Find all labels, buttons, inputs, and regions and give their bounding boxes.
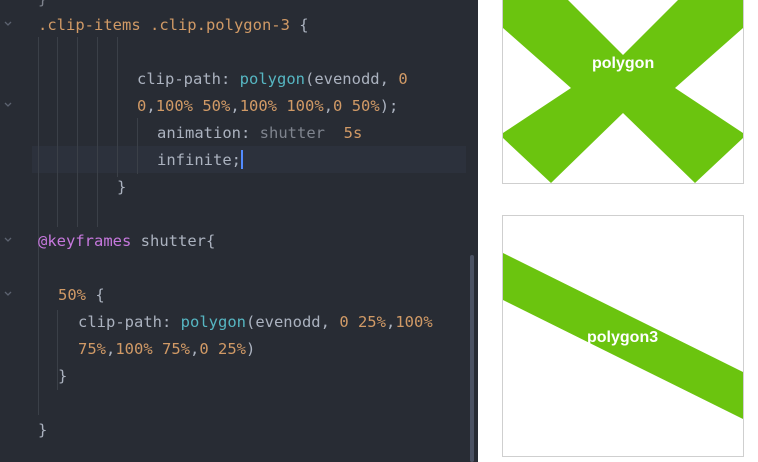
code-line[interactable]: clip-path: polygon(evenodd, 0 25%,100% — [78, 309, 433, 336]
indent-guide — [77, 37, 78, 227]
code-token: 50% — [58, 286, 86, 304]
code-token: shutter — [259, 124, 344, 142]
indent-guide — [137, 118, 138, 174]
code-token: 100% 50% — [155, 97, 231, 115]
indent-guide — [57, 37, 58, 227]
code-token: 0 50% — [333, 97, 380, 115]
chevron-down-icon[interactable] — [4, 101, 12, 109]
code-token: ); — [379, 97, 399, 115]
code-token: polygon — [239, 70, 305, 88]
code-editor[interactable]: } .clip-items .clip.polygon-3 { clip-path:… — [0, 0, 478, 462]
indent-guide — [38, 37, 39, 415]
code-token: , — [190, 340, 200, 358]
code-token: , — [385, 313, 396, 331]
code-line[interactable]: 50% { — [58, 282, 105, 309]
code-token: 0 25% — [199, 340, 247, 358]
code-line[interactable]: } — [38, 417, 47, 444]
code-line[interactable]: } — [117, 174, 126, 201]
code-token: , — [146, 97, 156, 115]
code-line[interactable]: infinite; — [157, 147, 243, 174]
chevron-down-icon[interactable] — [4, 20, 12, 28]
polygon-card: polygon — [502, 0, 744, 184]
indent-guide — [117, 37, 118, 177]
code-line[interactable]: animation: shutter 5s — [157, 120, 362, 147]
code-token: clip-path: — [78, 313, 181, 331]
code-token: { — [86, 286, 105, 304]
code-token: } — [38, 0, 47, 8]
code-token: 100% 75% — [115, 340, 190, 358]
text-cursor — [241, 150, 243, 169]
code-line[interactable]: 75%,100% 75%,0 25%) — [78, 336, 255, 363]
code-token: 5s — [343, 124, 363, 142]
vertical-scrollbar[interactable] — [470, 255, 474, 462]
code-token: 100% 100% — [239, 97, 324, 115]
code-token: clip-path: — [137, 70, 240, 88]
polygon3-label: polygon3 — [587, 329, 659, 346]
code-token: 0 — [137, 97, 147, 115]
x-polygon-shape — [503, 0, 743, 183]
code-token: , — [323, 97, 334, 115]
code-token: , — [230, 97, 240, 115]
code-line[interactable]: @keyframes shutter{ — [38, 228, 215, 255]
code-token: 75% — [78, 340, 106, 358]
code-token: { — [299, 16, 309, 34]
polygon3-card: polygon3 — [502, 215, 744, 457]
chevron-down-icon[interactable] — [4, 236, 12, 244]
code-token: (evenodd, — [245, 313, 340, 331]
code-token: 0 25% — [339, 313, 386, 331]
chevron-down-icon[interactable] — [4, 290, 12, 298]
code-token: animation: — [157, 124, 260, 142]
code-token: } — [117, 178, 127, 196]
code-token: @keyframes — [38, 232, 132, 250]
code-token: 100% — [395, 313, 433, 331]
polygon-label: polygon — [592, 55, 655, 72]
code-token: (evenodd, — [304, 70, 399, 88]
code-token: 0 — [398, 70, 408, 88]
code-line[interactable]: clip-path: polygon(evenodd, 0 — [137, 66, 408, 93]
code-token: shutter{ — [131, 232, 216, 250]
indent-guide — [97, 37, 98, 227]
code-token: polygon — [180, 313, 246, 331]
code-token: ) — [246, 340, 256, 358]
code-token: .clip-items .clip.polygon-3 — [38, 16, 300, 34]
code-token: } — [58, 367, 68, 385]
code-line[interactable]: 0,100% 50%,100% 100%,0 50%); — [137, 93, 398, 120]
code-token: infinite; — [157, 151, 241, 169]
code-token: } — [38, 421, 48, 439]
code-token: , — [106, 340, 116, 358]
code-line[interactable]: .clip-items .clip.polygon-3 { — [38, 12, 309, 39]
code-line[interactable]: } — [58, 363, 67, 390]
preview-panel: polygon polygon3 — [478, 0, 758, 462]
